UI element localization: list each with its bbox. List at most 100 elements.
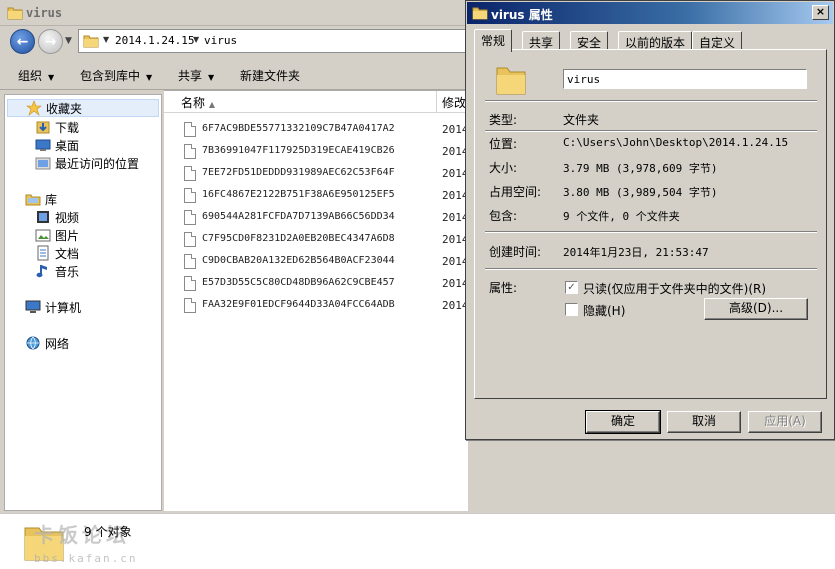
file-row[interactable]: C9D0CBAB20A132ED62B564B0ACF23044 2014: [164, 251, 469, 273]
location-value: C:\Users\John\Desktop\2014.1.24.15: [563, 136, 789, 149]
properties-dialog: virus 属性 × 常规 共享 安全 以前的版本 自定义 类型: 文件夹 位置…: [465, 0, 835, 440]
file-row[interactable]: 690544A281FCFDA7D7139AB66C56DD34 2014: [164, 207, 469, 229]
desktop-icon: [35, 137, 51, 153]
downloads-icon: [35, 119, 51, 135]
size-on-disk-label: 占用空间:: [489, 185, 542, 199]
tab-sharing[interactable]: 共享: [522, 31, 561, 51]
column-header: 名称 ▲ 修改: [164, 91, 468, 113]
file-icon: [184, 232, 196, 247]
contains-value: 9 个文件, 0 个文件夹: [563, 210, 680, 223]
size-label: 大小:: [489, 161, 518, 175]
nav-item-pictures[interactable]: 图片: [35, 226, 79, 244]
arrow-left-icon: ←: [16, 33, 29, 50]
recent-pages-dropdown[interactable]: ▼: [65, 36, 72, 46]
video-icon: [35, 209, 51, 225]
tab-previous-versions[interactable]: 以前的版本: [618, 31, 693, 51]
document-icon: [35, 245, 51, 261]
cancel-button[interactable]: 取消: [667, 411, 741, 433]
recent-places-icon: [35, 155, 51, 171]
dialog-title-bar[interactable]: virus 属性 ×: [467, 2, 833, 24]
file-icon: [184, 276, 196, 291]
general-tab-panel: 类型: 文件夹 位置: C:\Users\John\Desktop\2014.1…: [474, 49, 827, 399]
divider: [485, 100, 817, 102]
attributes-label: 属性:: [489, 281, 518, 295]
created-value: 2014年1月23日, 21:53:47: [563, 246, 709, 259]
new-folder-button[interactable]: 新建文件夹: [240, 67, 300, 84]
contains-label: 包含:: [489, 209, 518, 223]
file-list: 名称 ▲ 修改 6F7AC9BDE55771332109C7B47A0417A2…: [164, 90, 469, 511]
watermark-url: bbs.kafan.cn: [34, 552, 138, 565]
chevron-down-icon[interactable]: ▼: [103, 35, 109, 44]
arrow-right-icon: →: [44, 33, 57, 50]
hidden-checkbox[interactable]: [565, 303, 578, 316]
include-in-library-menu[interactable]: 包含到库中 ▼: [80, 67, 152, 84]
file-name: C9D0CBAB20A132ED62B564B0ACF23044: [202, 255, 395, 266]
file-row[interactable]: 6F7AC9BDE55771332109C7B47A0417A2 2014: [164, 119, 469, 141]
file-name: 7EE72FD51DEDDD931989AEC62C53F64F: [202, 167, 395, 178]
chevron-down-icon: ▼: [48, 73, 55, 82]
breadcrumb-current[interactable]: virus: [204, 34, 237, 47]
ok-button[interactable]: 确定: [585, 410, 661, 434]
nav-item-music[interactable]: 音乐: [35, 262, 79, 280]
file-icon: [184, 122, 196, 137]
back-button[interactable]: ←: [10, 29, 35, 54]
created-label: 创建时间:: [489, 245, 542, 259]
share-menu[interactable]: 共享 ▼: [178, 67, 214, 84]
size-on-disk-value: 3.80 MB (3,989,504 字节): [563, 186, 718, 199]
breadcrumb-parent[interactable]: 2014.1.24.15: [115, 34, 194, 47]
file-name: 6F7AC9BDE55771332109C7B47A0417A2: [202, 123, 395, 134]
file-icon: [184, 144, 196, 159]
navigation-pane: 收藏夹 下载 桌面 最近访问的位置 库 视频 图片 文档 音乐 计算机 网络: [4, 94, 162, 511]
type-label: 类型:: [489, 113, 518, 127]
size-value: 3.79 MB (3,978,609 字节): [563, 162, 718, 175]
column-modified[interactable]: 修改: [442, 94, 466, 111]
nav-item-libraries[interactable]: 库: [25, 190, 57, 208]
advanced-button[interactable]: 高级(D)...: [704, 298, 808, 320]
apply-button[interactable]: 应用(A): [748, 411, 822, 433]
address-field[interactable]: ▼ 2014.1.24.15 ▼ virus: [78, 29, 478, 53]
file-row[interactable]: 7B36991047F117925D319ECAE419CB26 2014: [164, 141, 469, 163]
folder-icon: [495, 62, 527, 101]
tab-strip: 常规 共享 安全 以前的版本 自定义: [474, 29, 829, 52]
close-button[interactable]: ×: [812, 5, 829, 20]
chevron-down-icon[interactable]: ▼: [193, 35, 199, 44]
nav-item-computer[interactable]: 计算机: [25, 298, 81, 316]
tab-security[interactable]: 安全: [570, 31, 609, 51]
tab-customize[interactable]: 自定义: [692, 31, 743, 51]
hidden-label[interactable]: 隐藏(H): [583, 302, 625, 319]
forward-button[interactable]: →: [38, 29, 63, 54]
column-name[interactable]: 名称 ▲: [181, 94, 215, 111]
star-icon: [26, 100, 42, 116]
dialog-title: virus 属性: [491, 8, 553, 22]
column-divider[interactable]: [436, 91, 437, 113]
file-row[interactable]: C7F95CD0F8231D2A0EB20BEC4347A6D8 2014: [164, 229, 469, 251]
file-row[interactable]: 7EE72FD51DEDDD931989AEC62C53F64F 2014: [164, 163, 469, 185]
divider: [485, 130, 817, 132]
file-row[interactable]: 16FC4867E2122B751F38A6E950125EF5 2014: [164, 185, 469, 207]
network-icon: [25, 335, 41, 351]
nav-item-videos[interactable]: 视频: [35, 208, 79, 226]
library-icon: [25, 191, 41, 207]
nav-item-desktop[interactable]: 桌面: [35, 136, 79, 154]
organize-menu[interactable]: 组织 ▼: [18, 67, 54, 84]
file-name: 690544A281FCFDA7D7139AB66C56DD34: [202, 211, 395, 222]
nav-item-recent[interactable]: 最近访问的位置: [35, 154, 139, 172]
file-icon: [184, 188, 196, 203]
status-item-count: 9 个对象: [84, 525, 132, 539]
readonly-label[interactable]: 只读(仅应用于文件夹中的文件)(R): [583, 280, 766, 297]
picture-icon: [35, 227, 51, 243]
file-row[interactable]: E57D3D55C5C80CD48DB96A62C9CBE457 2014: [164, 273, 469, 295]
nav-item-favorites[interactable]: 收藏夹: [7, 99, 159, 117]
file-icon: [184, 166, 196, 181]
nav-item-documents[interactable]: 文档: [35, 244, 79, 262]
readonly-checkbox[interactable]: ✓: [565, 281, 578, 294]
file-row[interactable]: FAA32E9F01EDCF9644D33A04FCC64ADB 2014: [164, 295, 469, 317]
tab-general[interactable]: 常规: [474, 29, 513, 52]
divider: [485, 231, 817, 233]
divider: [485, 268, 817, 270]
nav-item-downloads[interactable]: 下载: [35, 118, 79, 136]
file-icon: [184, 210, 196, 225]
folder-name-input[interactable]: [563, 69, 807, 89]
nav-item-network[interactable]: 网络: [25, 334, 69, 352]
type-value: 文件夹: [563, 113, 600, 127]
